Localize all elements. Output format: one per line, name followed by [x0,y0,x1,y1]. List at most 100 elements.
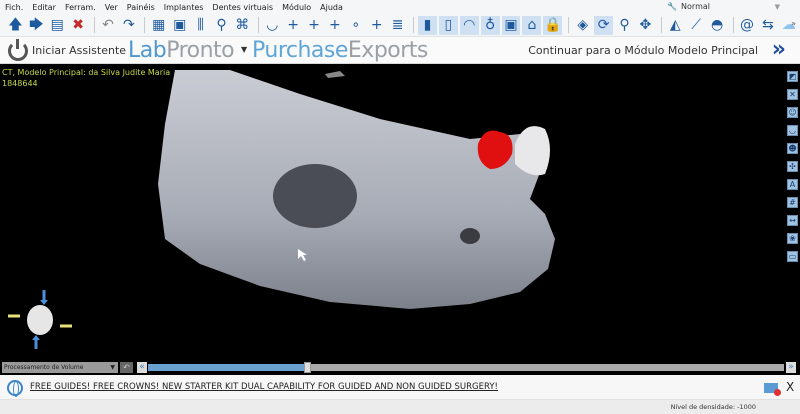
protractor-icon[interactable]: ◓ [708,16,727,35]
add-implant-icon[interactable]: + [284,16,303,35]
reset-icon[interactable]: ↶ [120,362,133,373]
close-file-icon[interactable]: ✖ [69,16,88,35]
open-icon[interactable]: 🡅 [6,16,25,35]
add-abutment-icon[interactable]: + [367,16,386,35]
status-bar: Nível de densidade: -1000 [0,400,800,414]
start-assistant-button[interactable]: Iniciar Assistente [32,44,126,57]
settings-list-icon[interactable]: ≣ [388,16,407,35]
camera-icon[interactable]: ▭ [787,251,798,262]
screenshot-icon[interactable]: ▣ [170,16,189,35]
slider-left-button[interactable]: « [137,362,147,373]
export-icon[interactable]: 🡆 [27,16,46,35]
toolbar-overflow-button[interactable]: » [791,19,796,28]
sliders-icon[interactable]: ⫼ [191,16,210,35]
spiral-icon[interactable]: @ [738,16,757,35]
volume-slider[interactable] [148,362,784,373]
logo-part: Pronto [166,38,235,63]
add-tooth-icon[interactable]: + [325,16,344,35]
close-banner-button[interactable]: X [786,380,794,394]
jaw-3d-render [8,70,555,349]
density-level: Nível de densidade: -1000 [670,403,756,411]
labpronto-logo[interactable]: LabPronto [128,38,235,63]
viewport-title: CT, Modelo Principal: da Silva Judite Ma… [2,68,171,77]
ruler-icon[interactable]: ⟋ [687,16,706,35]
redo-icon[interactable]: ↷ [119,16,138,35]
tooth-icon[interactable]: ♁ [480,15,500,35]
layout-icon[interactable]: ▦ [149,16,168,35]
3d-viewport[interactable]: CT, Modelo Principal: da Silva Judite Ma… [0,64,785,360]
logo-part: Purchase [252,38,348,63]
viewport-info: CT, Modelo Principal: da Silva Judite Ma… [2,67,170,89]
model-icon[interactable]: ⌂ [522,15,542,35]
globe-icon [7,380,23,397]
orientation-head-icon[interactable] [8,290,72,349]
axes-icon[interactable]: ✕ [787,89,798,100]
menu-ferram-[interactable]: Ferram. [65,3,96,12]
implant-icon[interactable]: ▮ [418,15,437,35]
chevron-right-icon[interactable]: » [772,37,786,62]
logo-part: Lab [128,38,167,63]
menu-editar[interactable]: Editar [32,3,56,12]
purchase-exports-logo[interactable]: PurchaseExports [252,38,428,63]
mail-icon[interactable] [764,383,781,396]
ds-icon[interactable]: ❀ [787,233,798,244]
slice-icon[interactable]: ◩ [787,71,798,82]
adjust-icon[interactable]: ⇆ [758,16,777,35]
toolbar-separator [144,17,146,33]
patient-id: 1848644 [2,79,38,88]
logo-dropdown-icon[interactable]: ▼ [241,45,247,54]
gum-icon[interactable]: ◠ [459,15,479,35]
histogram-icon[interactable]: ◭ [666,16,685,35]
menu-módulo[interactable]: Módulo [282,3,311,12]
mode-dropdown-icon[interactable]: ▼ [775,3,780,11]
menu-fich-[interactable]: Fich. [5,3,23,12]
promo-banner: FREE GUIDES! FREE CROWNS! NEW STARTER KI… [0,375,800,400]
toolbar-separator [257,17,259,33]
mode-label: Normal [681,2,710,11]
menu-implantes[interactable]: Implantes [164,3,204,12]
sleeve-icon[interactable]: ▯ [438,15,458,35]
zoom-icon[interactable]: ⚲ [615,16,634,35]
view-tools-panel: ◩ ✕ ☺ ◡ ☻ ✣ A # ↔ ❀ ▭ [785,64,800,360]
wrench-icon: 🔧 [667,2,678,11]
skull-icon[interactable]: ☺ [787,107,798,118]
lock-icon[interactable]: 🔒 [543,15,563,35]
nerve-icon[interactable]: ⌘ [233,16,252,35]
menu-ajuda[interactable]: Ajuda [320,3,343,12]
volume-slider-row: Processamento de Volume ▼ ↶ « » [0,360,800,375]
slider-thumb[interactable] [304,362,311,373]
annotation-icon[interactable]: A [787,179,798,190]
add-anchor-icon[interactable]: ∘ [346,16,365,35]
orientation-icon[interactable]: ✣ [787,161,798,172]
guide-icon[interactable]: ▣ [501,15,521,35]
volume-processing-select[interactable]: Processamento de Volume ▼ [2,362,118,373]
select-value: Processamento de Volume [4,364,84,371]
menu-painéis[interactable]: Painéis [127,3,155,12]
toolbar-separator [732,17,734,33]
pan-icon[interactable]: ✥ [636,16,655,35]
save-icon[interactable]: ▤ [48,16,67,35]
arch-icon[interactable]: ◡ [263,16,282,35]
mode-indicator[interactable]: 🔧 Normal [667,2,710,11]
jaw-icon[interactable]: ◡ [787,125,798,136]
continue-to-model-button[interactable]: Continuar para o Módulo Modelo Principal [528,44,758,57]
rotate-icon[interactable]: ⟳ [594,15,614,35]
menu-dentes-virtuais[interactable]: Dentes virtuais [212,3,273,12]
add-bone-icon[interactable]: + [305,16,324,35]
toolbar-separator [660,17,662,33]
slider-right-button[interactable]: » [786,362,796,373]
center-icon[interactable]: ◈ [573,16,592,35]
toolbar-separator [568,17,570,33]
face-icon[interactable]: ☻ [787,143,798,154]
menu-ver[interactable]: Ver [105,3,118,12]
power-icon[interactable] [8,39,28,61]
density-search-icon[interactable]: ⚲ [212,16,231,35]
grid-icon[interactable]: # [787,197,798,208]
assistant-bar: Iniciar Assistente LabPronto ▼ PurchaseE… [0,37,800,64]
main-toolbar: 🡅 🡆 ▤ ✖ ↶ ↷ ▦ ▣ ⫼ ⚲ ⌘ ◡ + + + ∘ + ≣ ▮ ▯ ◠ ♁ ▣ ⌂ 🔒 ◈ ⟳ ⚲ ✥ ◭ ⟋ ◓ @ ⇆ ☁ [0,14,800,37]
measure-icon[interactable]: ↔ [787,215,798,226]
undo-icon[interactable]: ↶ [99,16,118,35]
chevron-down-icon: ▼ [110,364,115,371]
toolbar-separator [93,17,95,33]
promo-link[interactable]: FREE GUIDES! FREE CROWNS! NEW STARTER KI… [30,382,498,392]
